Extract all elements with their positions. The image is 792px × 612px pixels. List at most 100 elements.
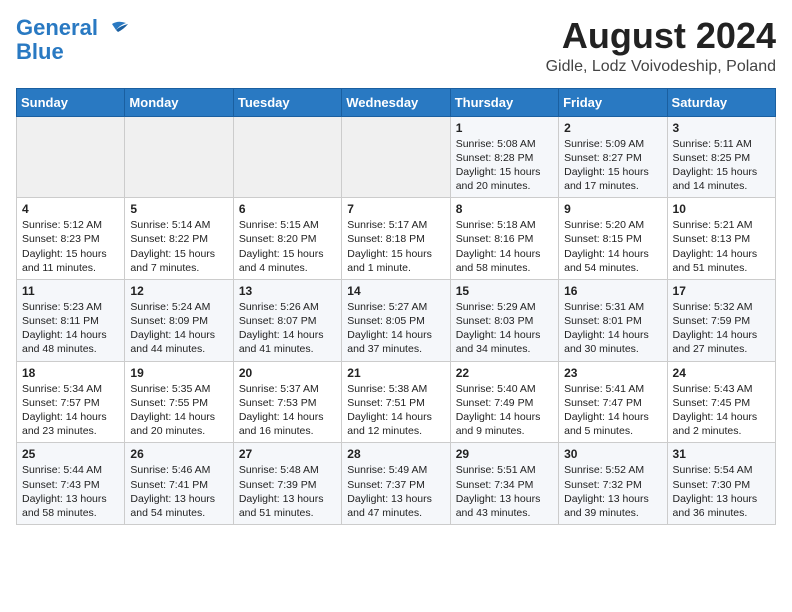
weekday-header-thursday: Thursday xyxy=(450,88,558,116)
day-info: and 36 minutes. xyxy=(673,506,770,520)
day-info: and 34 minutes. xyxy=(456,342,553,356)
day-number: 3 xyxy=(673,121,770,135)
day-info: Daylight: 13 hours xyxy=(564,492,661,506)
day-info: Daylight: 14 hours xyxy=(673,328,770,342)
day-info: and 5 minutes. xyxy=(564,424,661,438)
calendar-cell: 29Sunrise: 5:51 AMSunset: 7:34 PMDayligh… xyxy=(450,443,558,525)
day-info: Daylight: 14 hours xyxy=(22,410,119,424)
day-info: Daylight: 14 hours xyxy=(347,328,444,342)
day-info: Daylight: 14 hours xyxy=(673,247,770,261)
day-info: Sunrise: 5:44 AM xyxy=(22,463,119,477)
day-info: Sunrise: 5:51 AM xyxy=(456,463,553,477)
day-info: Sunrise: 5:38 AM xyxy=(347,382,444,396)
calendar-cell: 14Sunrise: 5:27 AMSunset: 8:05 PMDayligh… xyxy=(342,279,450,361)
day-info: and 54 minutes. xyxy=(564,261,661,275)
day-info: Daylight: 14 hours xyxy=(564,410,661,424)
day-info: Sunrise: 5:26 AM xyxy=(239,300,336,314)
day-info: and 47 minutes. xyxy=(347,506,444,520)
calendar-cell: 21Sunrise: 5:38 AMSunset: 7:51 PMDayligh… xyxy=(342,361,450,443)
day-info: Daylight: 14 hours xyxy=(130,410,227,424)
calendar-cell: 31Sunrise: 5:54 AMSunset: 7:30 PMDayligh… xyxy=(667,443,775,525)
page-header: General Blue August 2024 Gidle, Lodz Voi… xyxy=(16,16,776,76)
day-info: Daylight: 14 hours xyxy=(130,328,227,342)
day-number: 5 xyxy=(130,202,227,216)
day-info: Sunrise: 5:31 AM xyxy=(564,300,661,314)
calendar-cell: 16Sunrise: 5:31 AMSunset: 8:01 PMDayligh… xyxy=(559,279,667,361)
day-info: Sunrise: 5:52 AM xyxy=(564,463,661,477)
day-number: 14 xyxy=(347,284,444,298)
day-info: Sunset: 8:16 PM xyxy=(456,232,553,246)
calendar-cell: 24Sunrise: 5:43 AMSunset: 7:45 PMDayligh… xyxy=(667,361,775,443)
day-info: Sunrise: 5:35 AM xyxy=(130,382,227,396)
day-info: and 43 minutes. xyxy=(456,506,553,520)
calendar-title: August 2024 xyxy=(546,16,776,56)
day-number: 16 xyxy=(564,284,661,298)
logo-general: General xyxy=(16,15,98,40)
day-info: Daylight: 14 hours xyxy=(564,247,661,261)
calendar-cell: 1Sunrise: 5:08 AMSunset: 8:28 PMDaylight… xyxy=(450,116,558,198)
day-info: and 14 minutes. xyxy=(673,179,770,193)
day-info: Sunset: 8:05 PM xyxy=(347,314,444,328)
weekday-header-monday: Monday xyxy=(125,88,233,116)
day-info: and 20 minutes. xyxy=(456,179,553,193)
day-info: and 7 minutes. xyxy=(130,261,227,275)
day-info: Sunset: 8:20 PM xyxy=(239,232,336,246)
day-info: Daylight: 15 hours xyxy=(456,165,553,179)
calendar-cell: 7Sunrise: 5:17 AMSunset: 8:18 PMDaylight… xyxy=(342,198,450,280)
day-info: Daylight: 15 hours xyxy=(22,247,119,261)
day-number: 15 xyxy=(456,284,553,298)
day-info: Sunrise: 5:14 AM xyxy=(130,218,227,232)
title-section: August 2024 Gidle, Lodz Voivodeship, Pol… xyxy=(546,16,776,76)
day-info: Sunset: 8:28 PM xyxy=(456,151,553,165)
calendar-week-2: 4Sunrise: 5:12 AMSunset: 8:23 PMDaylight… xyxy=(17,198,776,280)
day-number: 9 xyxy=(564,202,661,216)
day-info: Sunrise: 5:46 AM xyxy=(130,463,227,477)
weekday-header-wednesday: Wednesday xyxy=(342,88,450,116)
day-number: 11 xyxy=(22,284,119,298)
day-info: Sunset: 8:15 PM xyxy=(564,232,661,246)
day-info: Daylight: 15 hours xyxy=(564,165,661,179)
day-info: Sunrise: 5:11 AM xyxy=(673,137,770,151)
day-info: Daylight: 15 hours xyxy=(347,247,444,261)
day-info: Daylight: 15 hours xyxy=(239,247,336,261)
day-info: and 27 minutes. xyxy=(673,342,770,356)
day-info: and 17 minutes. xyxy=(564,179,661,193)
day-info: Sunset: 7:49 PM xyxy=(456,396,553,410)
day-info: Sunrise: 5:34 AM xyxy=(22,382,119,396)
day-info: Sunrise: 5:54 AM xyxy=(673,463,770,477)
day-info: and 48 minutes. xyxy=(22,342,119,356)
day-info: Sunset: 8:09 PM xyxy=(130,314,227,328)
day-number: 6 xyxy=(239,202,336,216)
day-number: 28 xyxy=(347,447,444,461)
calendar-cell: 8Sunrise: 5:18 AMSunset: 8:16 PMDaylight… xyxy=(450,198,558,280)
day-info: Sunset: 8:03 PM xyxy=(456,314,553,328)
day-number: 31 xyxy=(673,447,770,461)
day-info: Sunset: 7:45 PM xyxy=(673,396,770,410)
calendar-cell xyxy=(342,116,450,198)
calendar-cell: 15Sunrise: 5:29 AMSunset: 8:03 PMDayligh… xyxy=(450,279,558,361)
day-number: 26 xyxy=(130,447,227,461)
day-info: Sunset: 7:41 PM xyxy=(130,478,227,492)
day-info: Sunrise: 5:49 AM xyxy=(347,463,444,477)
calendar-cell: 27Sunrise: 5:48 AMSunset: 7:39 PMDayligh… xyxy=(233,443,341,525)
day-info: Daylight: 14 hours xyxy=(239,328,336,342)
day-info: Sunset: 7:53 PM xyxy=(239,396,336,410)
day-info: Sunrise: 5:23 AM xyxy=(22,300,119,314)
day-info: Sunrise: 5:29 AM xyxy=(456,300,553,314)
day-info: and 2 minutes. xyxy=(673,424,770,438)
day-number: 29 xyxy=(456,447,553,461)
day-info: Sunset: 7:37 PM xyxy=(347,478,444,492)
weekday-header-saturday: Saturday xyxy=(667,88,775,116)
calendar-cell: 9Sunrise: 5:20 AMSunset: 8:15 PMDaylight… xyxy=(559,198,667,280)
logo-text: General Blue xyxy=(16,16,98,64)
logo-bird-icon xyxy=(100,20,130,42)
logo: General Blue xyxy=(16,16,130,64)
day-info: Daylight: 14 hours xyxy=(239,410,336,424)
day-info: Daylight: 13 hours xyxy=(456,492,553,506)
calendar-week-4: 18Sunrise: 5:34 AMSunset: 7:57 PMDayligh… xyxy=(17,361,776,443)
weekday-header-sunday: Sunday xyxy=(17,88,125,116)
day-info: and 41 minutes. xyxy=(239,342,336,356)
calendar-subtitle: Gidle, Lodz Voivodeship, Poland xyxy=(546,58,776,76)
day-info: Sunrise: 5:32 AM xyxy=(673,300,770,314)
day-number: 25 xyxy=(22,447,119,461)
